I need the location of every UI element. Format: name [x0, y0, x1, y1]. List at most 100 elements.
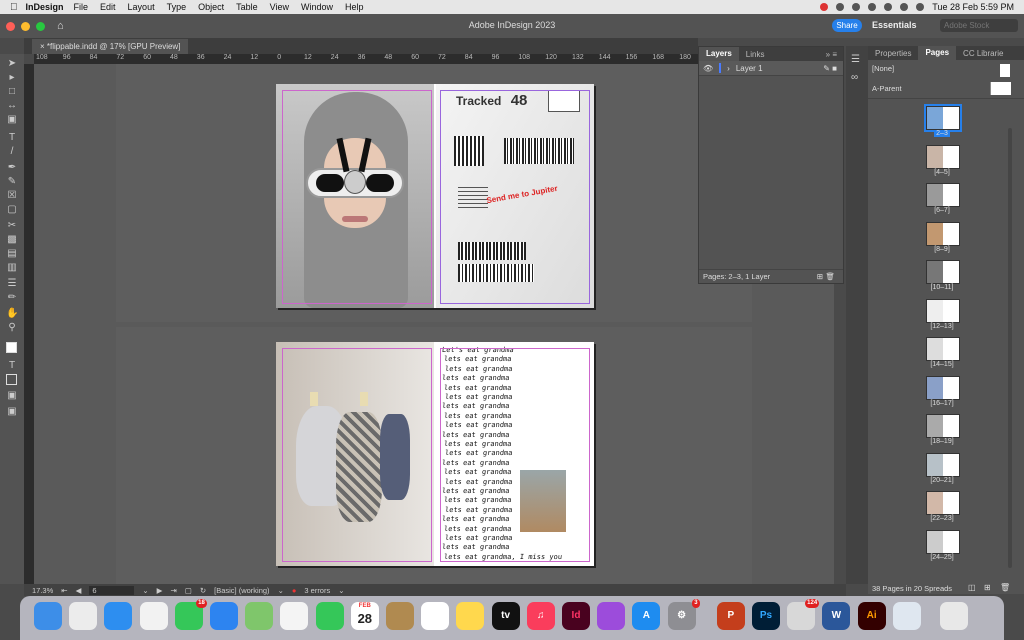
record-icon[interactable] [820, 3, 829, 11]
page-thumbnail[interactable] [926, 491, 960, 515]
minimize-window-button[interactable] [21, 21, 30, 31]
content-collector-icon[interactable]: ▣ [6, 114, 18, 126]
free-transform-tool-icon[interactable]: ▩ [6, 234, 18, 246]
safari-icon[interactable] [104, 602, 133, 630]
page-thumbnail-label[interactable]: [14–15] [912, 361, 972, 368]
pen-tool-icon[interactable]: ✒ [6, 162, 18, 174]
preview-icon[interactable] [892, 602, 921, 630]
new-layer-icon[interactable]: ⊞ [817, 270, 823, 284]
page-thumbnail-label[interactable]: 2–3 [934, 130, 950, 137]
page-thumbnail[interactable] [926, 375, 960, 400]
note-tool-icon[interactable]: ☰ [6, 278, 18, 290]
page-thumbnail[interactable] [926, 221, 960, 246]
none-parent[interactable]: [None] [872, 64, 894, 73]
links-panel-icon[interactable]: ∞ [851, 72, 863, 84]
preview-mode-icon[interactable]: ▣ [6, 406, 18, 418]
tab-layers[interactable]: Layers [699, 47, 739, 61]
reminders-icon[interactable] [421, 602, 450, 630]
page-thumbnail-label[interactable]: [8–9] [912, 246, 972, 253]
delete-page-icon[interactable]: 🗑 [1000, 583, 1010, 592]
expand-layer-icon[interactable]: › [727, 64, 730, 73]
eyedropper-tool-icon[interactable]: ✏ [6, 292, 18, 304]
notes-brown-icon[interactable] [386, 602, 414, 630]
page-thumbnail-label[interactable]: [6–7] [912, 207, 972, 214]
pencil-tool-icon[interactable]: ✎ [6, 176, 18, 188]
wifi-icon[interactable] [884, 3, 893, 11]
preflight-profile[interactable]: [Basic] (working) [214, 586, 269, 595]
menu-help[interactable]: Help [345, 2, 364, 12]
direct-selection-tool-icon[interactable]: ▸ [6, 72, 18, 84]
delete-layer-icon[interactable]: 🗑 [825, 270, 835, 284]
error-count[interactable]: 3 errors [304, 586, 330, 595]
menu-view[interactable]: View [270, 2, 289, 12]
pen-lock-icon[interactable]: ✎ ■ [823, 64, 837, 73]
menu-object[interactable]: Object [198, 2, 224, 12]
page-thumbnail[interactable] [926, 414, 960, 438]
page-thumbnail[interactable] [926, 260, 960, 284]
page-menu-icon[interactable]: ⌄ [142, 586, 148, 595]
page-thumbnail-label[interactable]: [16–17] [912, 400, 972, 407]
scissors-tool-icon[interactable]: ✂ [6, 220, 18, 232]
page-thumbnail-label[interactable]: [18–19] [912, 438, 972, 445]
menu-layout[interactable]: Layout [128, 2, 155, 12]
visibility-eye-icon[interactable]: 👁 [703, 64, 713, 73]
page-thumbnail[interactable] [924, 104, 962, 132]
hand-tool-icon[interactable]: ✋ [6, 308, 18, 320]
workspace-switcher[interactable]: Essentials [872, 20, 917, 30]
adobe-stock-search-input[interactable] [940, 19, 1018, 32]
page-size-icon[interactable]: ◫ [968, 583, 976, 592]
page-thumbnail-label[interactable]: [24–25] [912, 554, 972, 561]
page-thumbnail-label[interactable]: [12–13] [912, 323, 972, 330]
search-icon[interactable] [900, 3, 909, 11]
first-page-icon[interactable]: ⇤ [61, 586, 67, 595]
share-button[interactable]: Share [832, 19, 862, 32]
selection-tool-icon[interactable]: ➤ [6, 58, 18, 70]
apply-none-icon[interactable] [6, 374, 17, 385]
a-parent[interactable]: A-Parent [872, 84, 902, 93]
spread-2-3[interactable]: Tracked 48 Send me to Jupiter [276, 84, 594, 308]
panel-menu-icon[interactable]: » ≡ [826, 50, 837, 59]
prev-page-icon[interactable]: ◀ [76, 586, 82, 595]
apple-icon[interactable]:  [10, 2, 18, 13]
last-page-icon[interactable]: ⇥ [170, 586, 176, 595]
illustrator-icon[interactable]: Ai [857, 602, 886, 630]
layer-row[interactable]: 👁 › Layer 1 ✎ ■ [699, 61, 843, 76]
spread-4-5[interactable]: Let's eat grandma lets eat grandma lets ea… [276, 342, 594, 566]
tab-links[interactable]: Links [739, 50, 772, 59]
rectangle-frame-tool-icon[interactable]: ☒ [6, 190, 18, 202]
word-icon[interactable]: W [822, 602, 851, 630]
next-page-icon[interactable]: ▶ [157, 586, 163, 595]
photos-icon[interactable] [280, 602, 309, 630]
maps-icon[interactable] [245, 602, 274, 630]
mail-icon[interactable] [210, 602, 238, 630]
indesign-icon[interactable]: Id [562, 602, 590, 630]
facetime-icon[interactable] [315, 602, 344, 630]
gap-tool-icon[interactable]: ↔ [6, 100, 18, 112]
close-tab-icon[interactable]: × [40, 42, 47, 51]
gradient-swatch-tool-icon[interactable]: ▤ [6, 248, 18, 260]
rectangle-tool-icon[interactable]: ▢ [6, 204, 18, 216]
error-menu-icon[interactable]: ⌄ [338, 586, 344, 595]
tab-properties[interactable]: Properties [868, 49, 918, 58]
zoom-tool-icon[interactable]: ⚲ [6, 322, 18, 334]
layer-name[interactable]: Layer 1 [736, 64, 763, 73]
app-store-icon[interactable]: A [632, 602, 661, 630]
close-window-button[interactable] [6, 21, 15, 31]
preflight-icon[interactable]: ↻ [200, 586, 206, 595]
status-icon[interactable] [836, 3, 845, 11]
music-icon[interactable]: ♫ [526, 602, 555, 630]
fill-swatch-icon[interactable] [6, 342, 17, 353]
none-parent-thumb[interactable] [1000, 64, 1010, 77]
page-thumbnail-label[interactable]: [22–23] [912, 515, 972, 522]
screen-mode-icon[interactable]: ▣ [6, 390, 18, 402]
horizontal-ruler[interactable]: 108 96 84 72 60 48 36 24 12 0 12 24 36 48 60 72 84 96 108 1… [34, 54, 698, 64]
settings-icon[interactable]: ⚙ 3 [667, 599, 700, 630]
page-thumbnail-label[interactable]: [4–5] [912, 169, 972, 176]
chrome-icon[interactable] [139, 602, 168, 630]
layers-panel-icon[interactable]: ☰ [851, 54, 863, 66]
pages-scrollbar[interactable] [1008, 128, 1012, 568]
finder-icon[interactable] [34, 602, 62, 630]
home-icon[interactable]: ⌂ [57, 20, 64, 32]
launchpad-icon[interactable] [69, 602, 98, 630]
page-thumbnail[interactable] [926, 144, 960, 169]
